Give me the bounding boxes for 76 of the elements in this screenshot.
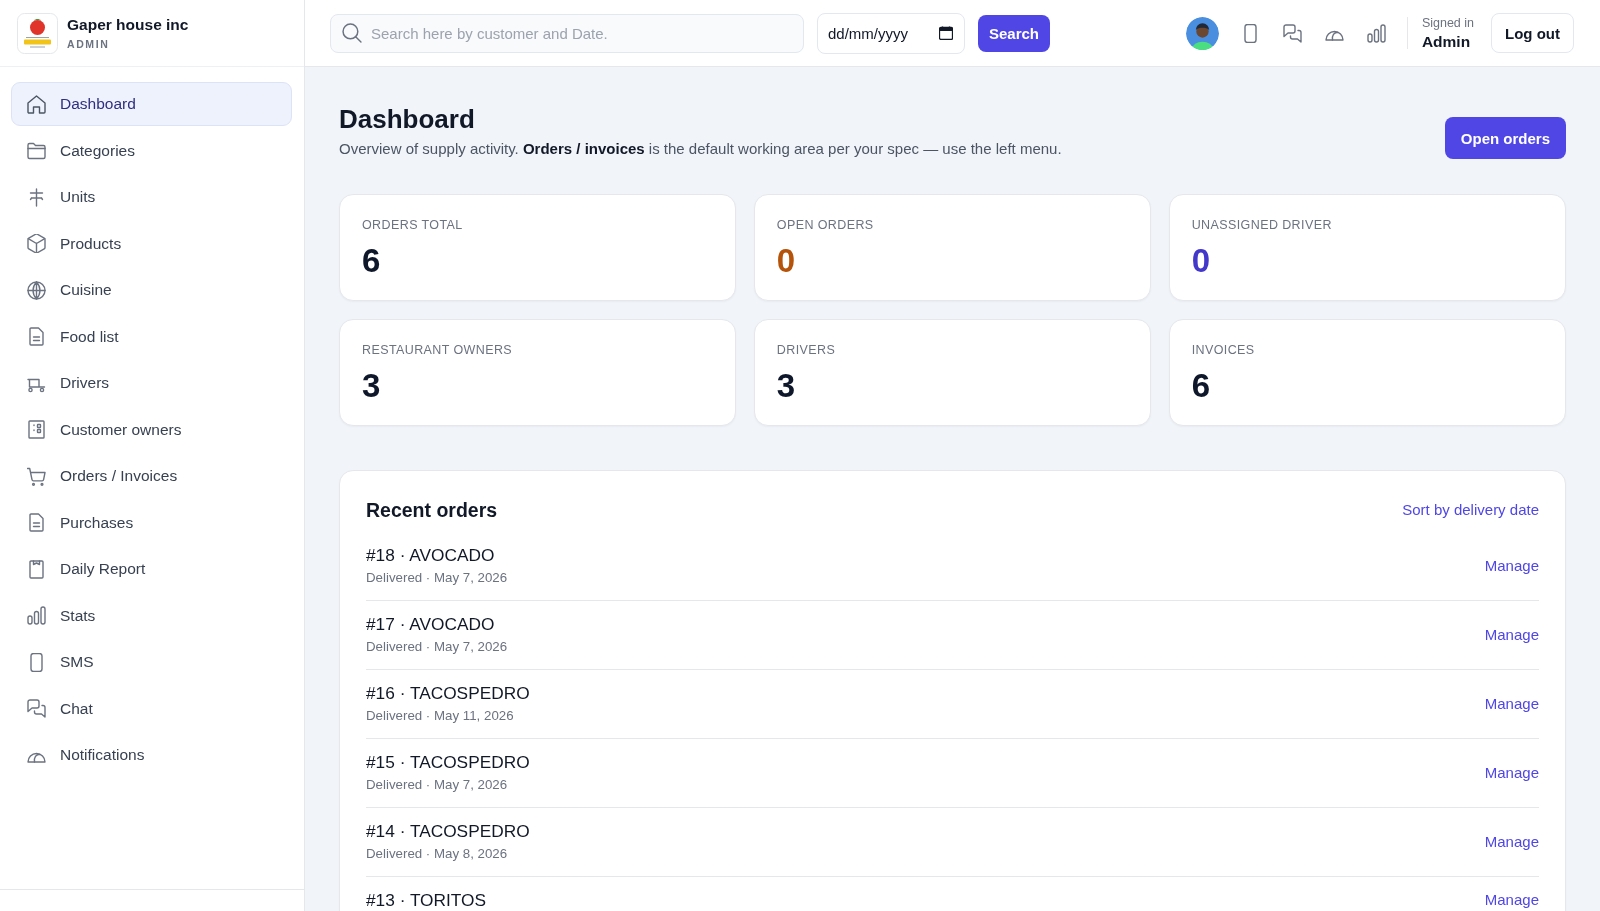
date-field[interactable]: dd/mm/yyyy — [817, 12, 965, 54]
nav-item[interactable]: Food list — [11, 314, 292, 359]
order-title: #15 · TACOSPEDRO — [366, 751, 530, 773]
order-status: Delivered · May 11, 2026 — [366, 707, 515, 725]
page-subtitle: Overview of supply activity. Orders / invoices is the default working area per your spec — use the left menu. — [339, 139, 1062, 159]
stat-value: 3 — [776, 366, 797, 406]
order-status: Delivered · May 7, 2026 — [366, 638, 508, 656]
calendar-icon[interactable] — [939, 26, 953, 40]
nav-item[interactable]: Drivers — [11, 361, 292, 405]
manage-link[interactable]: Manage — [1484, 832, 1539, 851]
order-title: #18 · AVOCADO — [366, 544, 496, 566]
stat-value: 6 — [362, 241, 382, 281]
stat-value: 0 — [1191, 241, 1211, 281]
chat-icon — [27, 699, 46, 718]
search-field[interactable]: Search here by customer and Date. — [330, 13, 804, 53]
manage-link[interactable]: Manage — [1484, 694, 1539, 713]
section-title: Recent orders — [366, 498, 498, 522]
sort-link[interactable]: Sort by delivery date — [1402, 501, 1539, 519]
order-status: Delivered · May 7, 2026 — [366, 569, 508, 587]
nav-item[interactable]: Cuisine — [11, 268, 292, 312]
stat-label: INVOICES — [1191, 342, 1256, 358]
crossbar-icon — [27, 187, 46, 207]
manage-link[interactable]: Manage — [1484, 556, 1539, 575]
user-name: Admin — [1421, 32, 1472, 51]
nav-item[interactable]: Stats — [11, 593, 292, 638]
document-icon — [27, 513, 46, 532]
box-icon — [27, 234, 46, 253]
manage-link[interactable]: Manage — [1484, 763, 1539, 782]
notebook-icon — [27, 559, 46, 579]
folder-icon — [27, 141, 46, 160]
nav-item[interactable]: Notifications — [11, 733, 292, 777]
order-title: #14 · TACOSPEDRO — [366, 820, 530, 842]
nav-item[interactable]: Daily Report — [11, 547, 292, 591]
stat-label: RESTAURANT OWNERS — [362, 342, 514, 358]
order-status: Delivered · May 7, 2026 — [366, 776, 509, 794]
order-title: #17 · AVOCADO — [366, 613, 496, 635]
stat-value: 6 — [1191, 366, 1211, 406]
bar-chart-icon — [27, 606, 46, 625]
order-status: Delivered · May 8, 2026 — [366, 845, 509, 863]
nav-item[interactable]: Units — [11, 175, 292, 219]
logo-icon — [17, 12, 58, 54]
open-orders-button[interactable]: Open orders — [1444, 117, 1566, 159]
nav-item[interactable]: Categories — [11, 128, 292, 173]
globe-icon — [27, 280, 46, 300]
nav-item[interactable]: Customer owners — [11, 407, 292, 452]
page-title: Dashboard — [339, 103, 476, 135]
nav-item[interactable]: Orders / Invoices — [11, 454, 292, 498]
bar-chart-icon[interactable] — [1366, 23, 1386, 43]
avatar-icon[interactable] — [1185, 16, 1219, 50]
stat-label: ORDERS TOTAL — [362, 217, 464, 233]
search-icon — [342, 23, 362, 43]
manage-link[interactable]: Manage — [1484, 625, 1539, 644]
stat-label: UNASSIGNED DRIVER — [1191, 217, 1333, 233]
nav-item[interactable]: SMS — [11, 640, 292, 684]
order-title: #13 · TORITOS — [366, 889, 487, 911]
phone-icon — [27, 652, 46, 672]
nav-item[interactable]: Chat — [11, 686, 292, 731]
building-icon — [27, 420, 46, 439]
stat-label: OPEN ORDERS — [776, 217, 875, 233]
home-icon — [27, 94, 46, 114]
signed-in-label: Signed in — [1421, 15, 1474, 31]
chat-icon[interactable] — [1282, 23, 1302, 43]
stat-value: 3 — [362, 366, 382, 406]
company-name: Gaper house inc — [67, 16, 189, 34]
nav-item[interactable]: Products — [11, 221, 292, 266]
nav-item[interactable]: Dashboard — [11, 82, 292, 126]
stat-value: 0 — [776, 241, 797, 281]
cart-icon — [27, 466, 46, 486]
role-label: ADMIN — [67, 38, 111, 50]
search-button[interactable]: Search — [978, 14, 1051, 52]
logout-button[interactable]: Log out — [1491, 13, 1574, 53]
document-icon — [27, 327, 46, 346]
manage-link[interactable]: Manage — [1484, 891, 1539, 909]
stat-label: DRIVERS — [776, 342, 837, 358]
order-title: #16 · TACOSPEDRO — [366, 682, 530, 704]
nav-item[interactable]: Purchases — [11, 500, 292, 545]
